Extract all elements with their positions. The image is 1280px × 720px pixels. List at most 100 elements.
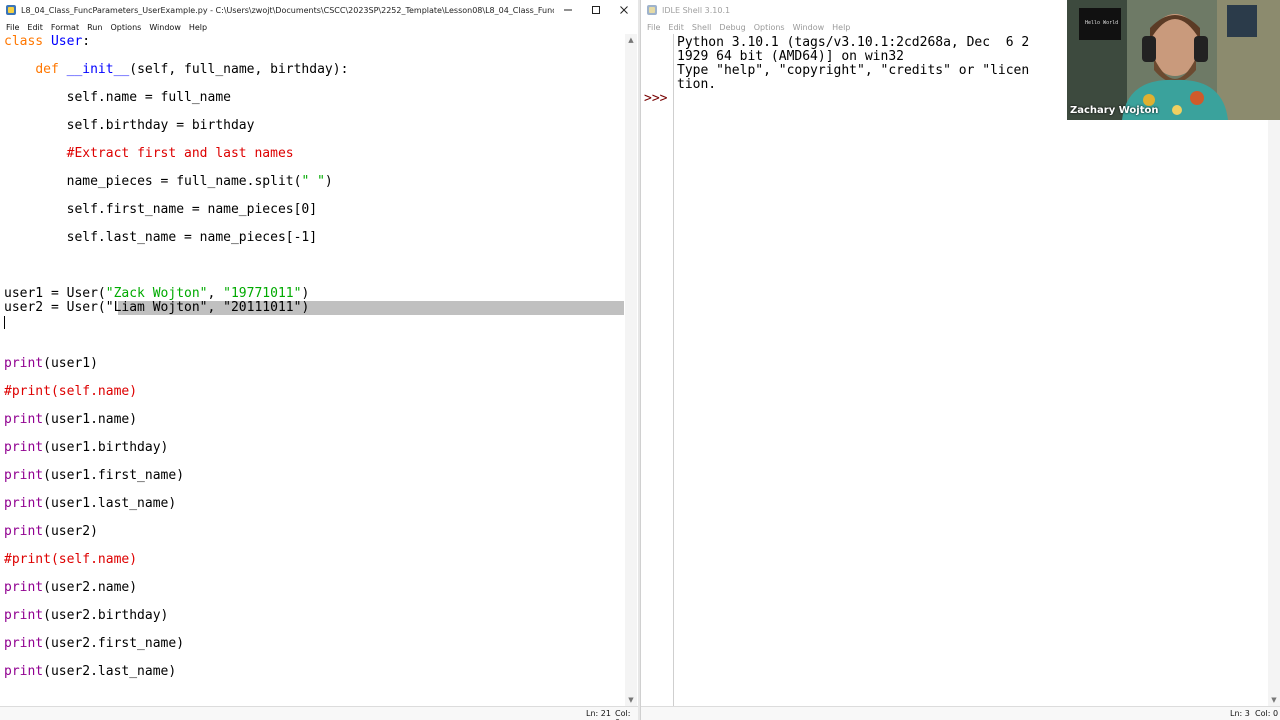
code-line: print(user1.name) [4,413,137,427]
string-literal: " " [301,174,325,189]
column-status: Col: 0 [1255,709,1279,718]
builtin: print [4,636,44,651]
scroll-up-icon[interactable]: ▲ [627,36,635,44]
webcam-overlay: Hello World Zachary Wojton [1067,0,1280,120]
code-line: print(user2.last_name) [4,665,176,679]
class-name: User [50,34,83,49]
builtin: print [4,664,44,679]
code-editor[interactable]: class User: def __init__(self, full_name… [0,34,625,706]
menu-edit[interactable]: Edit [23,23,47,32]
editor-menubar: File Edit Format Run Options Window Help [0,20,638,34]
code-line-selected: user2 = User("Liam Wojton", "20111011") [4,301,309,315]
menu-window[interactable]: Window [789,23,829,32]
menu-file[interactable]: File [643,23,664,32]
string-literal: "19771011" [223,286,302,301]
code-text: self.first_name = name_pieces[0] [66,202,318,217]
code-line: print(user2.first_name) [4,637,184,651]
builtin: print [4,496,44,511]
line-number-status: Ln: 21 [586,709,611,718]
code-text: self.last_name = name_pieces[-1] [66,230,318,245]
line-number-status: Ln: 3 [1230,709,1250,718]
code-line: print(user1.last_name) [4,497,176,511]
text-cursor [4,316,5,329]
code-text: (user2.birthday) [43,608,169,623]
code-line: def __init__(self, full_name, birthday): [4,63,348,77]
close-button[interactable] [610,0,638,20]
code-text: name_pieces = full_name.split( [66,174,302,189]
idle-app-icon [5,4,17,16]
menu-options[interactable]: Options [106,23,145,32]
menu-format[interactable]: Format [47,23,83,32]
shell-scrollbar[interactable]: ▲ ▼ [1268,34,1280,706]
code-text: self.birthday = birthday [66,118,255,133]
menu-debug[interactable]: Debug [715,23,749,32]
code-line: print(user1) [4,357,98,371]
code-text: user2 = User( [4,300,106,315]
code-text: (user2.first_name) [43,636,185,651]
builtin: print [4,580,44,595]
shell-output-line: 1929 64 bit (AMD64)] on win32 [677,49,904,64]
maximize-icon [592,6,600,14]
column-status: Col: 0 [615,709,631,720]
shell-prompt: >>> [644,91,668,106]
scroll-down-icon[interactable]: ▼ [627,696,635,704]
string-literal: "20111011" [223,300,302,315]
editor-titlebar[interactable]: L8_04_Class_FuncParameters_UserExample.p… [0,0,638,20]
menu-options[interactable]: Options [750,23,789,32]
maximize-button[interactable] [582,0,610,20]
code-text: (user2.last_name) [43,664,177,679]
code-line: print(user2.name) [4,581,137,595]
sign-text: Hello World [1085,20,1118,26]
code-text: , [207,286,224,301]
menu-help[interactable]: Help [828,23,854,32]
code-text: ) [301,286,310,301]
builtin: print [4,356,44,371]
shell-output-line: tion. [677,77,717,92]
editor-scrollbar[interactable]: ▲ ▼ [625,34,637,706]
code-text: : [82,34,91,49]
menu-help[interactable]: Help [185,23,211,32]
close-icon [620,6,628,14]
shell-output-line: Python 3.10.1 (tags/v3.10.1:2cd268a, Dec… [677,35,1030,50]
builtin: print [4,524,44,539]
code-comment: #print(self.name) [4,552,138,567]
code-text: (user1.last_name) [43,496,177,511]
builtin: print [4,412,44,427]
code-text: , [207,300,224,315]
minimize-icon [564,9,572,11]
menu-file[interactable]: File [2,23,23,32]
code-text: ) [301,300,310,315]
minimize-button[interactable] [554,0,582,20]
presenter-name: Zachary Wojton [1070,105,1159,116]
menu-edit[interactable]: Edit [664,23,688,32]
code-line: self.name = full_name [4,91,231,105]
code-line: name_pieces = full_name.split(" ") [4,175,333,189]
code-text: (user2.name) [43,580,138,595]
code-text: (user2) [43,524,98,539]
code-line: print(user2) [4,525,98,539]
menu-run[interactable]: Run [83,23,106,32]
keyword: class [4,34,44,49]
builtin: print [4,608,44,623]
builtin: print [4,468,44,483]
code-line: self.last_name = name_pieces[-1] [4,231,317,245]
menu-window[interactable]: Window [145,23,185,32]
shell-prompt-gutter: >>> [641,34,674,706]
scroll-down-icon[interactable]: ▼ [1270,696,1278,704]
code-text: (user1.birthday) [43,440,169,455]
code-text: (user1) [43,356,98,371]
shell-statusbar: Ln: 3 Col: 0 [641,706,1280,720]
code-line: self.birthday = birthday [4,118,255,133]
code-text: user1 = User( [4,286,106,301]
code-line: class User: [4,35,90,49]
code-line: print(user2.birthday) [4,609,168,623]
function-name: __init__ [66,62,130,77]
code-text: (user1.first_name) [43,468,185,483]
editor-title: L8_04_Class_FuncParameters_UserExample.p… [21,5,554,15]
code-line: print(user1.first_name) [4,469,184,483]
code-text: self.name = full_name [66,90,231,105]
presenter-video: Hello World [1067,0,1280,120]
menu-shell[interactable]: Shell [688,23,716,32]
code-text: ) [324,174,333,189]
code-line: self.first_name = name_pieces[0] [4,203,317,217]
